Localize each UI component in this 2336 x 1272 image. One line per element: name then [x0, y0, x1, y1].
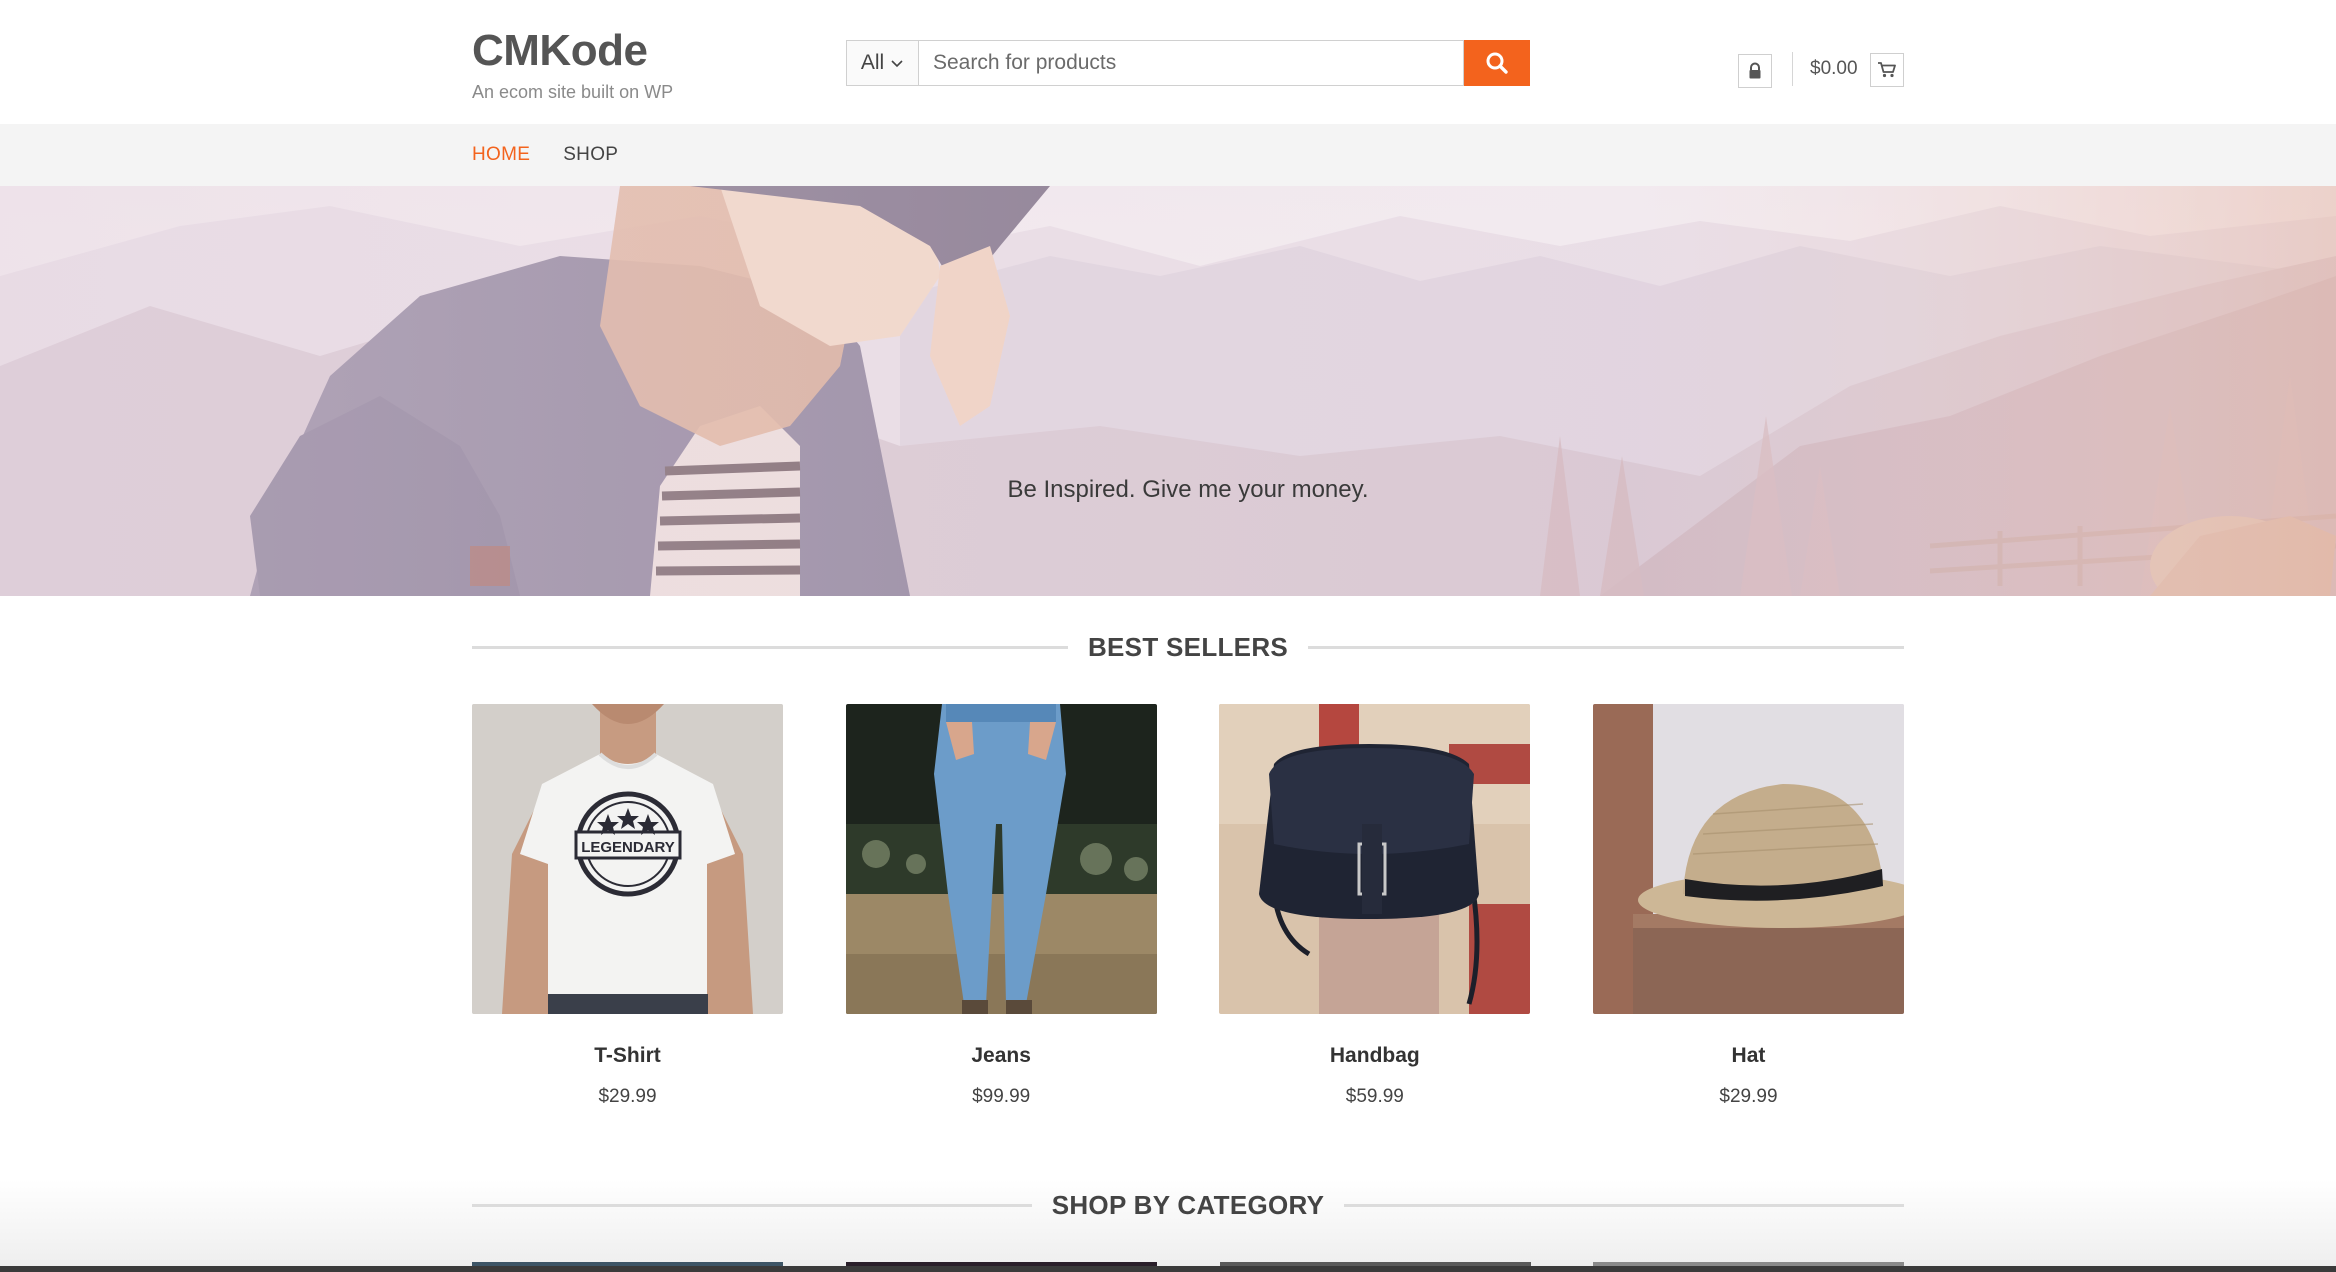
hero-tagline: Be Inspired. Give me your money. [1007, 476, 1369, 503]
hero-banner: Be Inspired. Give me your money. [0, 186, 2336, 596]
window-bottom-edge [0, 1266, 2336, 1272]
site-tagline: An ecom site built on WP [472, 82, 674, 102]
site-title[interactable]: CMKode [472, 26, 673, 76]
search-button[interactable] [1464, 40, 1530, 86]
search-category-value: All [860, 51, 885, 74]
product-card[interactable]: LEGENDARY T-Shirt $29.99 [472, 704, 783, 1108]
heading-rule-left [472, 1203, 1032, 1207]
shop-by-category-heading: SHOP BY CATEGORY [472, 1185, 1904, 1225]
product-name[interactable]: T-Shirt [472, 1044, 783, 1068]
heading-rule-left [472, 645, 1068, 649]
cart-icon [1878, 62, 1896, 78]
product-name[interactable]: Hat [1593, 1044, 1904, 1068]
search-icon [1486, 52, 1508, 74]
cart-total[interactable]: $0.00 [1810, 58, 1858, 80]
search-input[interactable] [918, 40, 1464, 86]
product-name[interactable]: Jeans [846, 1044, 1157, 1068]
product-card[interactable]: Jeans $99.99 [845, 704, 1157, 1108]
product-price: $59.99 [1345, 1086, 1404, 1107]
product-search: All [846, 40, 1530, 86]
primary-nav: HOME SHOP [0, 124, 2336, 186]
best-sellers-grid: LEGENDARY T-Shirt $29.99 Jeans $99.99 Ha… [472, 704, 1904, 1108]
site-header: CMKode An ecom site built on WP All $0.0… [0, 0, 2336, 124]
product-name[interactable]: Handbag [1219, 1044, 1530, 1068]
tshirt-print-text: LEGENDARY [581, 839, 675, 856]
product-price: $99.99 [972, 1086, 1031, 1107]
hero-image [0, 186, 2336, 596]
product-price: $29.99 [1719, 1086, 1778, 1107]
heading-rule-right [1308, 645, 1905, 649]
header-divider [1792, 52, 1793, 86]
product-card[interactable]: Hat $29.99 [1592, 704, 1904, 1108]
lock-icon [1749, 62, 1761, 79]
shop-by-category-title: SHOP BY CATEGORY [1051, 1189, 1325, 1220]
nav-item-home[interactable]: HOME [472, 144, 530, 165]
product-price: $29.99 [598, 1086, 657, 1107]
product-image-handbag[interactable] [1219, 704, 1531, 1014]
cart-button[interactable] [1870, 53, 1904, 87]
product-card[interactable]: Handbag $59.99 [1219, 704, 1531, 1108]
product-image-tshirt[interactable]: LEGENDARY [472, 704, 783, 1014]
heading-rule-right [1344, 1203, 1904, 1207]
account-button[interactable] [1738, 54, 1772, 88]
best-sellers-title: BEST SELLERS [1087, 631, 1289, 662]
product-image-hat[interactable] [1592, 704, 1904, 1014]
chevron-down-icon [891, 60, 903, 68]
product-image-jeans[interactable] [845, 704, 1157, 1014]
nav-list: HOME SHOP [472, 124, 618, 186]
brand: CMKode An ecom site built on WP [472, 26, 673, 103]
best-sellers-heading: BEST SELLERS [472, 627, 1905, 667]
search-category-select[interactable]: All [846, 40, 918, 86]
nav-item-shop[interactable]: SHOP [563, 144, 618, 165]
